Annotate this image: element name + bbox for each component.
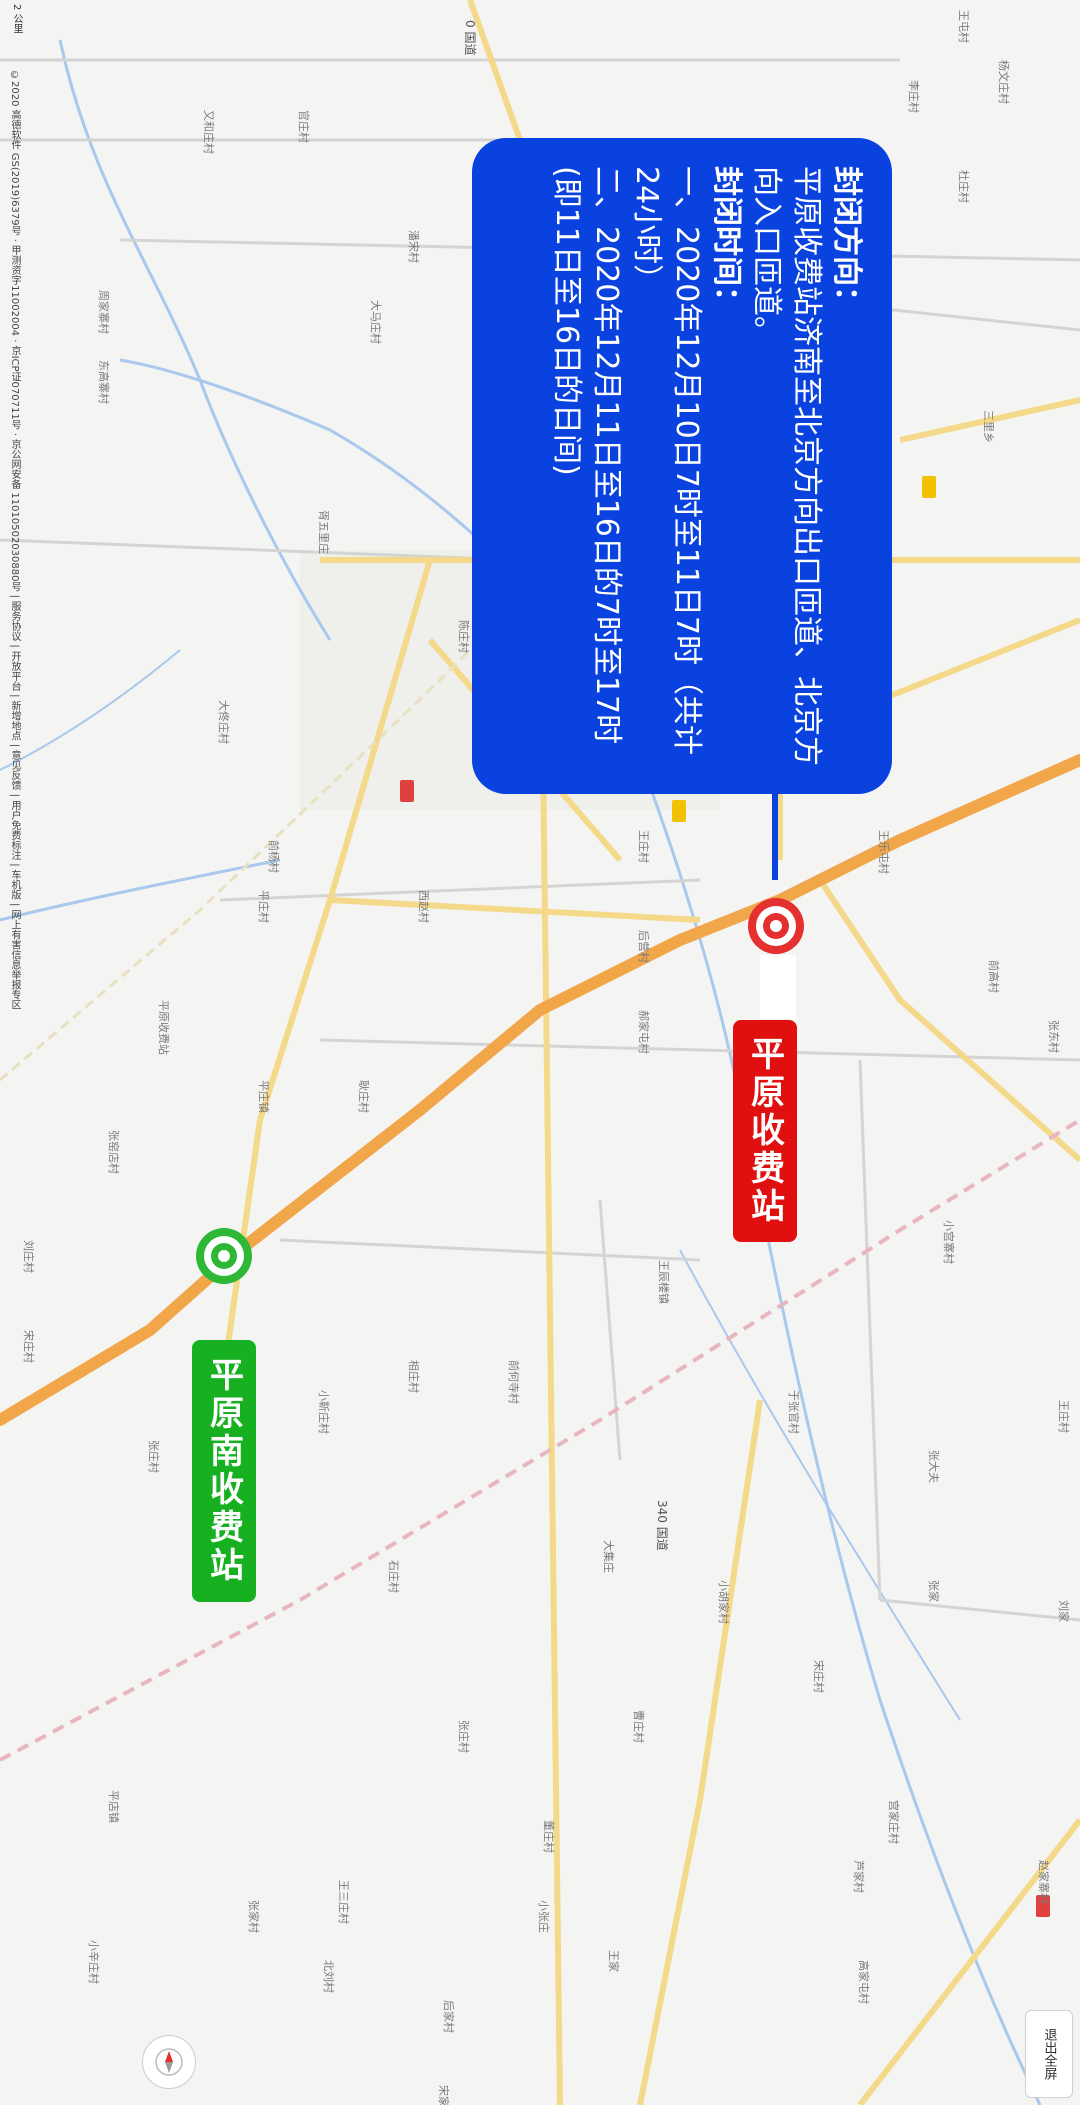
place-label: 张东村: [1047, 1020, 1061, 1053]
closure-time-heading: 封闭时间：: [709, 166, 744, 316]
place-label: 耿庄村: [357, 1080, 371, 1113]
place-label: 王庄村: [1057, 1400, 1071, 1433]
place-label: 小靳庄村: [317, 1390, 331, 1434]
place-label: 张窑店村: [107, 1130, 121, 1174]
place-label: 小辛庄村: [87, 1940, 101, 1984]
map-attribution: ©2020 高德软件 GS(2019)6379号 · 甲测资字11002004 …: [9, 70, 20, 1010]
place-label: 相庄村: [407, 1360, 421, 1393]
closure-direction-text: 平原收费站济南至北京方向出口匝道、北京方向入口匝道。: [749, 166, 824, 766]
place-label: 前高村: [987, 960, 1001, 993]
road-label-340: 340 国道: [655, 1500, 669, 1551]
place-label: 杜庄村: [957, 170, 971, 203]
place-label: 王乐屯村: [877, 830, 891, 874]
place-label: 小张庄: [537, 1900, 551, 1933]
place-label: 杨文庄村: [997, 60, 1011, 104]
compass-button[interactable]: [142, 2035, 196, 2089]
place-label: 胥五里庄: [317, 510, 331, 554]
place-label: 张大夫: [927, 1450, 941, 1483]
place-label: 王家: [607, 1950, 621, 1972]
place-label: 赵家寨村: [1037, 1860, 1051, 1904]
place-label: 周家寨村: [97, 290, 111, 334]
place-label: 刘家: [1057, 1600, 1071, 1622]
pingyuan-south-toll-station-label[interactable]: 平原南收费站: [192, 1340, 256, 1602]
place-label: 平原收费站: [157, 1000, 171, 1055]
place-label: 平店镇: [107, 1790, 121, 1823]
place-label: 董庄村: [542, 1820, 556, 1853]
toll-station-marker-red[interactable]: [748, 898, 804, 954]
place-label: 宋庄村: [812, 1660, 826, 1693]
place-label: 大佟庄村: [217, 700, 231, 744]
place-label: 石庄村: [387, 1560, 401, 1593]
place-label: 芦家村: [852, 1860, 866, 1893]
place-label: 前何寺村: [507, 1360, 521, 1404]
place-label: 官庄村: [297, 110, 311, 143]
place-label: 陈庄村: [457, 620, 471, 653]
place-label: 王屯村: [957, 10, 971, 43]
place-label: 刘庄村: [22, 1240, 36, 1273]
place-label: 小胡家村: [717, 1580, 731, 1624]
place-label: 高家屯村: [857, 1960, 871, 2004]
station-tag: [760, 955, 796, 1019]
closure-time-line-1: 一、2020年12月10日7时至11日7时（共计24小时）: [629, 166, 704, 756]
place-label: 三里乡: [982, 410, 995, 443]
place-label: 张庄村: [457, 1720, 471, 1753]
road-shield: [400, 780, 414, 802]
place-label: 平庄村: [257, 890, 271, 923]
toll-station-marker-green[interactable]: [196, 1228, 252, 1284]
place-label: 又和庄村: [202, 110, 216, 154]
place-label: 王庄村: [637, 830, 651, 863]
place-label: 王三庄村: [337, 1880, 351, 1924]
place-label: 潘宋村: [407, 230, 421, 263]
place-label: 宫家庄村: [887, 1800, 901, 1844]
place-label: 张庄村: [147, 1440, 161, 1473]
place-label: 后营村: [637, 930, 651, 963]
road-label-0: 0 国道: [463, 20, 477, 55]
road-shield: [672, 800, 686, 822]
closure-time-line-2: 二、2020年12月11日至16日的7时至17时(即11日至16日的日间): [549, 166, 624, 745]
callout-pointer: [772, 790, 778, 880]
place-label: 宋家: [437, 2085, 451, 2105]
place-label: 于张官村: [787, 1390, 801, 1434]
closure-info-callout: 封闭方向： 平原收费站济南至北京方向出口匝道、北京方向入口匝道。 封闭时间： 一…: [472, 138, 892, 794]
place-label: 宋庄村: [22, 1330, 36, 1363]
place-label: 前杨村: [267, 840, 281, 873]
compass-icon: [155, 2048, 183, 2076]
place-label: 郝家屯村: [637, 1010, 651, 1054]
exit-fullscreen-button[interactable]: 退出全屏: [1025, 2010, 1073, 2098]
place-label: 北刘村: [322, 1960, 336, 1993]
place-label: 李庄村: [907, 80, 921, 113]
place-label: 王辰楼镇: [657, 1260, 671, 1304]
place-label: 平庄镇: [257, 1080, 271, 1113]
place-label: 曹庄村: [632, 1710, 646, 1743]
road-shield: [922, 476, 936, 498]
pingyuan-toll-station-label[interactable]: 平原收费站: [733, 1020, 797, 1242]
place-label: 后家村: [442, 2000, 456, 2033]
place-label: 张家: [927, 1580, 941, 1602]
place-label: 张家村: [247, 1900, 261, 1933]
closure-direction-heading: 封闭方向：: [829, 166, 864, 316]
place-label: 西赵村: [417, 890, 431, 923]
place-label: 东高寨村: [97, 360, 111, 404]
place-label: 大马庄村: [369, 300, 383, 344]
place-label: 小宫寨村: [942, 1220, 956, 1264]
scale-bar: 2 公里: [11, 4, 22, 34]
place-label: 大集庄: [602, 1540, 616, 1573]
